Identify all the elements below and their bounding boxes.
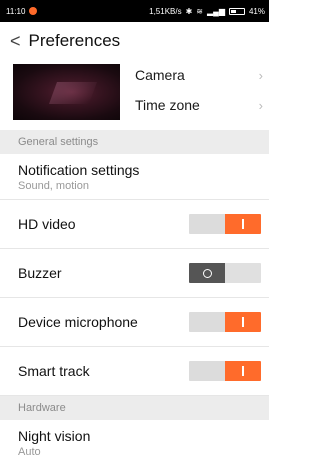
chevron-right-icon: ›: [258, 97, 263, 113]
camera-block: Camera › Time zone ›: [0, 60, 269, 130]
battery-icon: [228, 7, 245, 15]
smart-track-label: Smart track: [18, 363, 90, 379]
hardware-header: Hardware: [0, 396, 269, 420]
device-microphone-toggle[interactable]: [189, 312, 261, 332]
device-microphone-label: Device microphone: [18, 314, 138, 330]
bluetooth-icon: ✱: [185, 6, 193, 16]
status-time: 11:10: [6, 6, 26, 16]
buzzer-row: Buzzer: [0, 249, 269, 298]
notification-settings-subtitle: Sound, motion: [18, 179, 89, 192]
time-zone-link-label: Time zone: [135, 97, 200, 113]
night-vision-row[interactable]: Night vision Auto: [0, 420, 269, 466]
buzzer-label: Buzzer: [18, 265, 62, 281]
signal-icon: ▂▄▆: [207, 6, 225, 16]
buzzer-toggle[interactable]: [189, 263, 261, 283]
hd-video-toggle[interactable]: [189, 214, 261, 234]
night-vision-title: Night vision: [18, 428, 91, 444]
chevron-right-icon: ›: [258, 67, 263, 83]
battery-level: 41%: [248, 6, 265, 16]
camera-link-label: Camera: [135, 67, 185, 83]
camera-thumbnail[interactable]: [13, 64, 120, 120]
general-settings-header: General settings: [0, 130, 269, 154]
notification-settings-title: Notification settings: [18, 161, 140, 178]
hd-video-row: HD video: [0, 200, 269, 249]
night-vision-subtitle: Auto: [18, 446, 41, 458]
app-notification-icon: [29, 7, 38, 15]
back-icon[interactable]: <: [10, 31, 21, 52]
smart-track-toggle[interactable]: [189, 361, 261, 381]
app-bar: < Preferences: [0, 22, 269, 60]
wifi-icon: ≋: [196, 6, 203, 16]
camera-link[interactable]: Camera ›: [120, 60, 269, 90]
smart-track-row: Smart track: [0, 347, 269, 396]
hd-video-label: HD video: [18, 216, 76, 232]
notification-settings-row[interactable]: Notification settings Sound, motion: [0, 154, 269, 200]
device-microphone-row: Device microphone: [0, 298, 269, 347]
status-bar: 11:10 1,51KB/s ✱ ≋ ▂▄▆ 41%: [0, 0, 269, 22]
time-zone-link[interactable]: Time zone ›: [120, 90, 269, 120]
page-title: Preferences: [28, 31, 121, 50]
network-speed: 1,51KB/s: [149, 6, 182, 16]
